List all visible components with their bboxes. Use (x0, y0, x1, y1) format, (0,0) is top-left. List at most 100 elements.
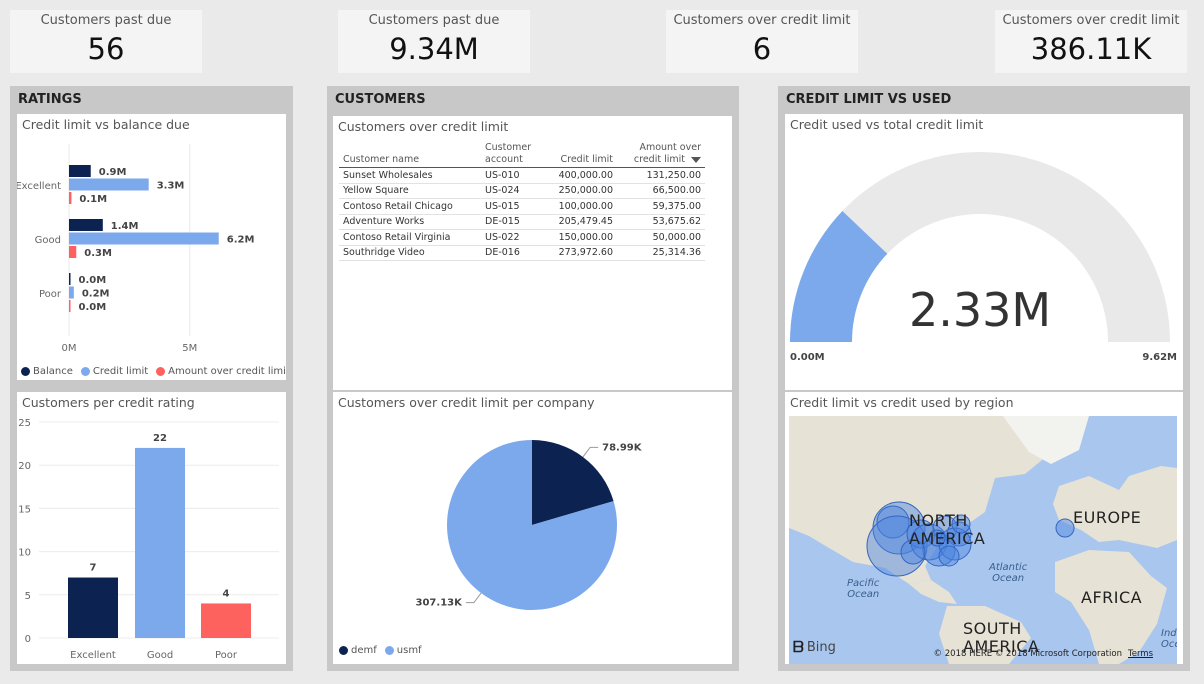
table-cell: US-010 (481, 167, 553, 184)
group-title: CREDIT LIMIT VS USED (786, 92, 952, 107)
bar-good[interactable] (135, 447, 185, 638)
legend-label: Balance (33, 366, 73, 377)
map-bubble[interactable] (938, 545, 960, 567)
customers-table-card[interactable]: Customers over credit limit Customer nam… (333, 116, 732, 390)
bar-excellent-0[interactable] (69, 165, 91, 177)
credit-group: CREDIT LIMIT VS USED Credit used vs tota… (778, 86, 1190, 671)
customers-table: Customer name Customer account Credit li… (339, 142, 705, 261)
chart-title: Credit limit vs credit used by region (790, 395, 1014, 410)
data-label: 307.13K (416, 598, 464, 609)
bar-good-1[interactable] (69, 232, 219, 245)
table-row[interactable]: Yellow Square US-024 250,000.00 66,500.00 (339, 183, 705, 199)
credit-balance-chart-card[interactable]: Credit limit vs balance due 0M 5M Excellen… (17, 114, 286, 380)
table-row[interactable]: Contoso Retail Chicago US-015 100,000.00 59… (339, 198, 705, 215)
table-cell: Southridge Video (339, 245, 481, 261)
terms-link[interactable]: Terms (1128, 649, 1153, 659)
table-row[interactable]: Sunset Wholesales US-010 400,000.00 131,250… (339, 167, 705, 184)
data-label: 0.0M (79, 275, 107, 286)
bar-good-0[interactable] (69, 219, 103, 231)
legend-item-demf[interactable]: demf (339, 645, 377, 656)
y-tick-label: 25 (18, 418, 31, 429)
leader-line (465, 592, 482, 604)
table-cell: 25,314.36 (617, 245, 705, 261)
y-tick-label: 5 (25, 591, 31, 602)
rating-count-chart-card[interactable]: Customers per credit rating 0 5 10 15 20 25 7 E… (17, 392, 286, 664)
table-cell: 205,479.45 (553, 214, 617, 230)
rating-count-chart[interactable]: 0 5 10 15 20 25 7 Excellent 22 Good 4 Poor (17, 392, 286, 664)
bar-good-2[interactable] (69, 246, 77, 258)
gauge-value: 2.33M (909, 283, 1051, 337)
data-label: 3.3M (157, 181, 185, 192)
column-header[interactable]: Customer name (339, 142, 481, 168)
kpi-label: Customers past due (368, 13, 500, 28)
legend-item-credit-limit[interactable]: Credit limit (80, 366, 148, 377)
map-label-africa: AFRICA (1081, 588, 1143, 607)
table-row[interactable]: Adventure Works DE-015 205,479.45 53,675.62 (339, 214, 705, 230)
gauge-chart[interactable]: 2.33M 0.00M 9.62M (785, 114, 1183, 390)
table-cell: US-015 (481, 198, 553, 215)
map-label-pacific: Pacific Ocean (847, 578, 880, 600)
bar-poor[interactable] (201, 603, 251, 638)
column-header[interactable]: Credit limit (553, 142, 617, 168)
map-label-europe: EUROPE (1073, 508, 1142, 527)
x-category-label: Excellent (70, 650, 116, 661)
bar-poor-2[interactable] (69, 300, 71, 312)
legend-item-over-limit[interactable]: Amount over credit limit (156, 366, 286, 377)
map-attribution: © 2018 HERE © 2018 Microsoft Corporation… (934, 649, 1153, 659)
legend-item-usmf[interactable]: usmf (384, 645, 422, 656)
map-label-indian: Ind Oce (1161, 628, 1177, 650)
kpi-label: Customers over credit limit (673, 13, 851, 28)
column-header-sorted[interactable]: Amount over credit limit (617, 142, 705, 168)
table-header-row: Customer name Customer account Credit li… (339, 142, 705, 168)
y-tick-label: 0 (25, 634, 31, 645)
map-card[interactable]: Credit limit vs credit used by region NO… (785, 392, 1183, 664)
table-row[interactable]: Southridge Video DE-016 273,972.60 25,314.3… (339, 245, 705, 261)
x-tick-label: 5M (182, 343, 197, 354)
bar-poor-0[interactable] (69, 273, 71, 285)
data-label: 6.2M (227, 235, 255, 246)
kpi-amount-over-limit[interactable]: Customers over credit limit 386.11K (995, 10, 1187, 73)
table-cell: Contoso Retail Chicago (339, 198, 481, 215)
bar-poor-1[interactable] (69, 286, 74, 299)
customers-group: CUSTOMERS Customers over credit limit Cu… (327, 86, 739, 671)
column-header[interactable]: Customer account (481, 142, 553, 168)
table-cell: 100,000.00 (553, 198, 617, 215)
pie-chart-card[interactable]: Customers over credit limit per company … (333, 392, 732, 664)
table-cell: Contoso Retail Virginia (339, 229, 481, 246)
kpi-customers-over-limit[interactable]: Customers over credit limit 6 (666, 10, 858, 73)
table-cell: Adventure Works (339, 214, 481, 230)
table-cell: 59,375.00 (617, 198, 705, 215)
group-title: CUSTOMERS (335, 92, 426, 107)
table-cell: 131,250.00 (617, 167, 705, 184)
x-category-label: Poor (215, 650, 238, 661)
bar-excellent-1[interactable] (69, 178, 149, 191)
y-category-label: Poor (39, 289, 62, 300)
bar-excellent-2[interactable] (69, 192, 72, 204)
kpi-customers-past-due[interactable]: Customers past due 56 (10, 10, 202, 73)
sort-descending-icon[interactable] (691, 156, 701, 163)
gauge-card[interactable]: Credit used vs total credit limit 2.33M 0… (785, 114, 1183, 390)
y-tick-label: 20 (18, 461, 31, 472)
table-cell: 400,000.00 (553, 167, 617, 184)
legend-label: usmf (396, 645, 422, 656)
credit-balance-chart[interactable]: 0M 5M Excellent 0.9M 3.3M 0.1M Good 1.4M 6.2M 0.3… (17, 114, 286, 380)
data-label: 4 (223, 588, 230, 599)
pie-chart[interactable]: 78.99K 307.13K (333, 392, 732, 664)
chart-legend: Balance Credit limit Amount over credit … (21, 366, 286, 377)
map[interactable]: NORTH AMERICA SOUTH AMERICA EUROPE AFRIC… (789, 416, 1177, 664)
kpi-amount-past-due[interactable]: Customers past due 9.34M (338, 10, 530, 73)
x-tick-label: 0M (62, 343, 77, 354)
table-cell: Sunset Wholesales (339, 167, 481, 184)
legend-item-balance[interactable]: Balance (21, 366, 73, 377)
bar-excellent[interactable] (68, 577, 118, 638)
data-label: 78.99K (602, 442, 643, 453)
table-cell: 250,000.00 (553, 183, 617, 199)
bing-label: Bing (806, 639, 836, 655)
y-category-label: Excellent (17, 181, 61, 192)
kpi-value: 386.11K (1030, 32, 1152, 66)
table-row[interactable]: Contoso Retail Virginia US-022 150,000.00 5… (339, 229, 705, 246)
table-cell: 53,675.62 (617, 214, 705, 230)
kpi-value: 6 (752, 32, 772, 66)
map-bubble[interactable] (1055, 518, 1075, 538)
data-label: 22 (153, 433, 167, 444)
